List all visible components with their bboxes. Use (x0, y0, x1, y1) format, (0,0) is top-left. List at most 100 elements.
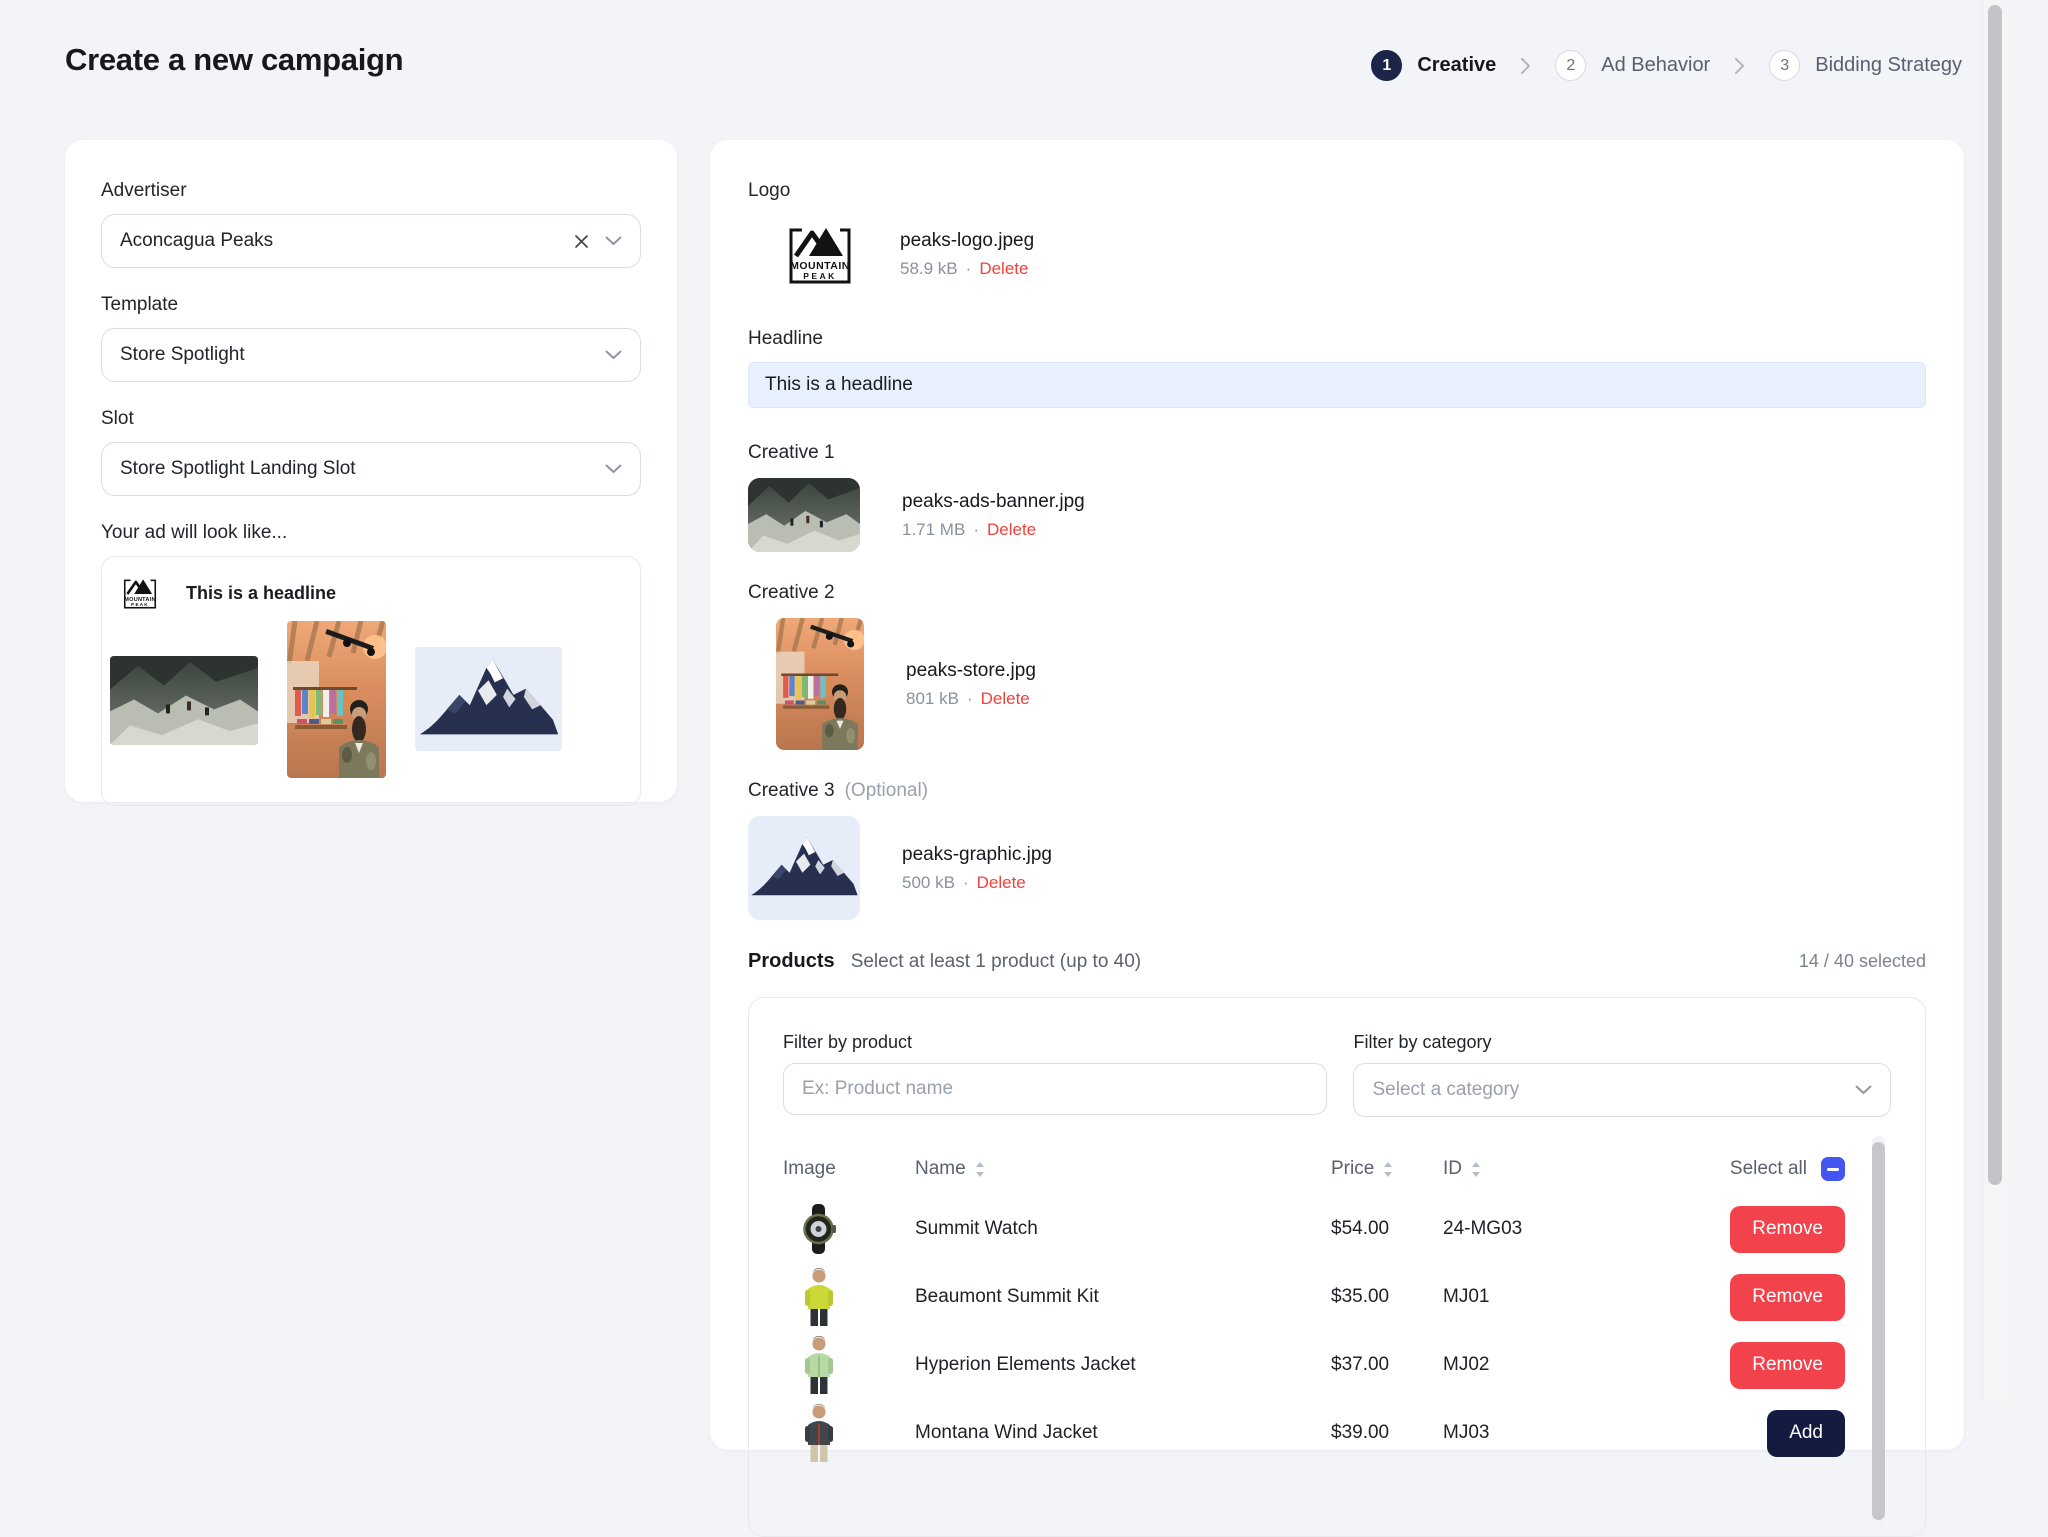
filter-category-value: Select a category (1372, 1079, 1855, 1101)
svg-text:PEAK: PEAK (803, 271, 837, 281)
column-header-image: Image (783, 1158, 915, 1180)
filter-product-input[interactable] (783, 1063, 1327, 1115)
headline-label: Headline (748, 328, 823, 350)
page-scrollbar-thumb[interactable] (1988, 5, 2002, 1185)
filter-product-label: Filter by product (783, 1032, 1327, 1053)
creative1-thumbnail (748, 478, 860, 552)
select-all-checkbox[interactable] (1821, 1157, 1845, 1181)
creative2-label: Creative 2 (748, 582, 835, 604)
creative3-label: Creative 3 (748, 780, 835, 802)
table-row: Hyperion Elements Jacket $37.00 MJ02 Rem… (783, 1331, 1891, 1399)
slot-label: Slot (101, 408, 641, 430)
filter-category-select[interactable]: Select a category (1353, 1063, 1891, 1117)
step-label: Creative (1417, 54, 1496, 77)
creative1-delete-link[interactable]: Delete (987, 520, 1036, 540)
chevron-down-icon (605, 350, 622, 360)
ad-preview-label: Your ad will look like... (101, 522, 641, 544)
products-subtitle: Select at least 1 product (up to 40) (851, 951, 1141, 973)
product-action-button[interactable]: Remove (1730, 1274, 1845, 1321)
creative2-filesize: 801 kB (906, 689, 959, 709)
creative-panel: Logo MOUNTAIN PEAK peaks-logo.jpeg 58.9 … (710, 140, 1964, 1450)
column-header-name: Name (915, 1158, 966, 1180)
table-scrollbar-track (1872, 1136, 1885, 1526)
creative1-label: Creative 1 (748, 442, 835, 464)
sort-price-icon[interactable] (1383, 1162, 1393, 1177)
advertiser-select[interactable]: Aconcagua Peaks (101, 214, 641, 268)
creative2-thumbnail (776, 618, 864, 750)
ad-preview: MOUNTAIN PEAK This is a headline (101, 556, 641, 806)
table-row: Montana Wind Jacket $39.00 MJ03 Add (783, 1399, 1891, 1467)
template-label: Template (101, 294, 641, 316)
stepper-step-bidding-strategy[interactable]: 3 Bidding Strategy (1769, 50, 1962, 81)
slot-select[interactable]: Store Spotlight Landing Slot (101, 442, 641, 496)
product-id: MJ02 (1443, 1354, 1613, 1376)
product-name: Summit Watch (915, 1218, 1331, 1240)
creative2-filename: peaks-store.jpg (906, 660, 1036, 682)
product-image-yellow-hoodie (797, 1268, 841, 1326)
preview-graphic-mountain (415, 647, 562, 751)
preview-photo-store (287, 621, 386, 778)
column-header-price: Price (1331, 1158, 1374, 1180)
chevron-down-icon (605, 236, 622, 246)
product-name: Hyperion Elements Jacket (915, 1354, 1331, 1376)
preview-headline: This is a headline (186, 583, 336, 604)
creative2-delete-link[interactable]: Delete (981, 689, 1030, 709)
sort-name-icon[interactable] (975, 1162, 985, 1177)
advertiser-label: Advertiser (101, 180, 641, 202)
stepper-step-ad-behavior[interactable]: 2 Ad Behavior (1555, 50, 1710, 81)
step-label: Bidding Strategy (1815, 54, 1962, 77)
stepper: 1 Creative 2 Ad Behavior 3 Bidding Strat… (1371, 50, 1962, 81)
campaign-settings-panel: Advertiser Aconcagua Peaks Template Stor… (65, 140, 677, 802)
stepper-step-creative[interactable]: 1 Creative (1371, 50, 1496, 81)
sort-id-icon[interactable] (1471, 1162, 1481, 1177)
product-price: $39.00 (1331, 1422, 1443, 1444)
preview-photo-banner (110, 656, 258, 745)
product-image-dark-jacket (797, 1404, 841, 1462)
product-action-button[interactable]: Add (1767, 1410, 1845, 1457)
page-title: Create a new campaign (65, 42, 403, 78)
column-header-id: ID (1443, 1158, 1462, 1180)
logo-filesize: 58.9 kB (900, 259, 958, 279)
table-row: Summit Watch $54.00 24-MG03 Remove (783, 1195, 1891, 1263)
product-image-watch (797, 1204, 841, 1254)
clear-icon[interactable] (574, 234, 589, 249)
products-box: Filter by product Filter by category Sel… (748, 997, 1926, 1537)
product-action-button[interactable]: Remove (1730, 1342, 1845, 1389)
step-number-badge: 1 (1371, 50, 1402, 81)
chevron-down-icon (605, 464, 622, 474)
logo-delete-link[interactable]: Delete (979, 259, 1028, 279)
headline-input[interactable] (748, 362, 1926, 408)
creative3-filesize: 500 kB (902, 873, 955, 893)
logo-label: Logo (748, 180, 790, 202)
dot-separator: · (967, 689, 973, 709)
creative1-filesize: 1.71 MB (902, 520, 965, 540)
template-select[interactable]: Store Spotlight (101, 328, 641, 382)
slot-value: Store Spotlight Landing Slot (120, 458, 605, 480)
product-id: MJ03 (1443, 1422, 1613, 1444)
chevron-down-icon (1855, 1085, 1872, 1095)
step-number-badge: 2 (1555, 50, 1586, 81)
logo-thumbnail: MOUNTAIN PEAK (782, 216, 858, 292)
select-all-label: Select all (1730, 1158, 1807, 1180)
product-action-button[interactable]: Remove (1730, 1206, 1845, 1253)
chevron-right-icon (1734, 57, 1745, 75)
products-selected-count: 14 / 40 selected (1799, 951, 1926, 972)
products-table-header: Image Name Price ID Select all (783, 1157, 1891, 1181)
product-price: $54.00 (1331, 1218, 1443, 1240)
advertiser-value: Aconcagua Peaks (120, 230, 574, 252)
product-name: Beaumont Summit Kit (915, 1286, 1331, 1308)
table-row: Beaumont Summit Kit $35.00 MJ01 Remove (783, 1263, 1891, 1331)
svg-text:PEAK: PEAK (131, 602, 149, 607)
product-price: $37.00 (1331, 1354, 1443, 1376)
dot-separator: · (963, 873, 969, 893)
chevron-right-icon (1520, 57, 1531, 75)
dot-separator: · (966, 259, 972, 279)
filter-category-label: Filter by category (1353, 1032, 1891, 1053)
creative3-optional-tag: (Optional) (845, 780, 928, 802)
table-scrollbar-thumb[interactable] (1872, 1142, 1885, 1520)
creative3-delete-link[interactable]: Delete (977, 873, 1026, 893)
logo-filename: peaks-logo.jpeg (900, 230, 1034, 252)
logo-section-label: Logo (748, 180, 1926, 202)
product-id: MJ01 (1443, 1286, 1613, 1308)
creative1-filename: peaks-ads-banner.jpg (902, 491, 1085, 513)
